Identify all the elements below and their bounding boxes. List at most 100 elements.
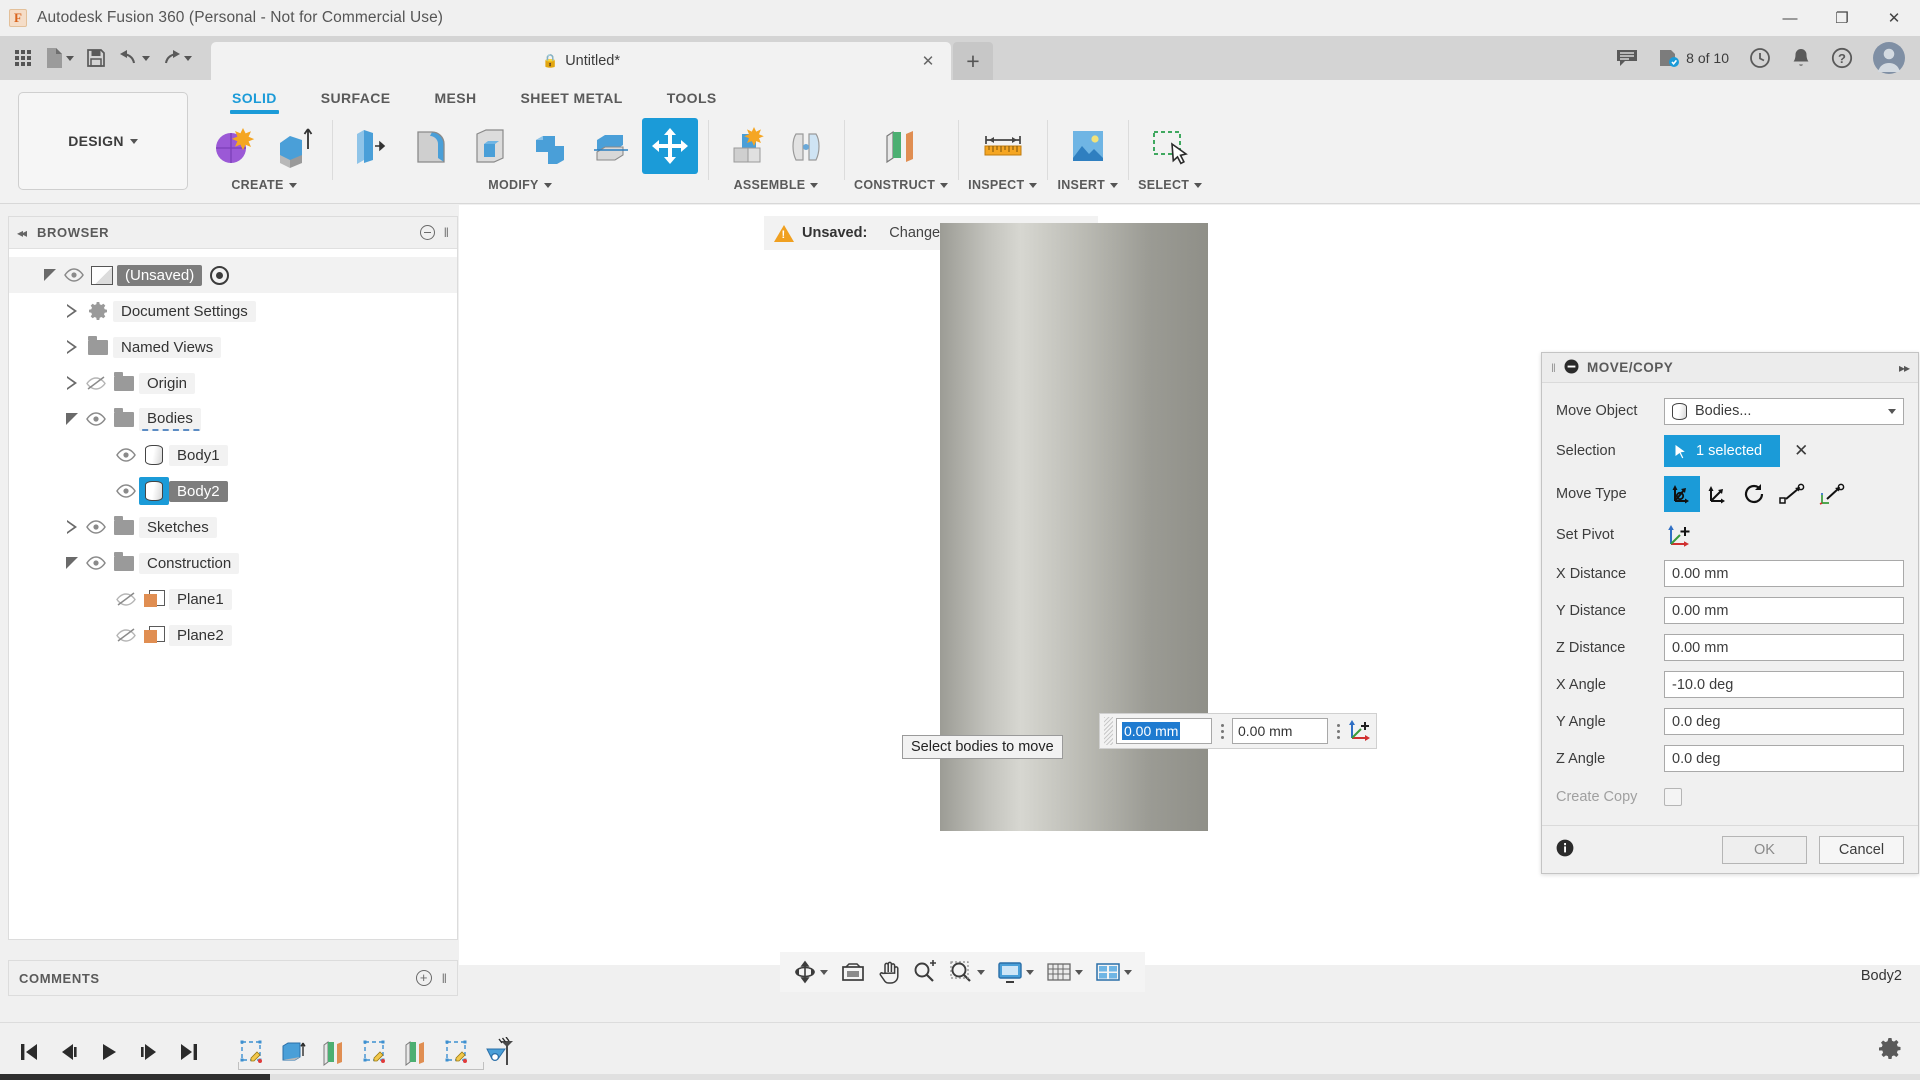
- go-to-end-button[interactable]: [170, 1032, 208, 1072]
- visibility-eye-hidden-icon[interactable]: [113, 592, 139, 607]
- x-angle-input[interactable]: -10.0 deg: [1664, 671, 1904, 698]
- modify-fillet-button[interactable]: [402, 118, 458, 174]
- z-angle-input[interactable]: 0.0 deg: [1664, 745, 1904, 772]
- move-type-point-to-position-button[interactable]: [1812, 476, 1852, 512]
- step-forward-button[interactable]: [130, 1032, 168, 1072]
- insert-canvas-button[interactable]: [1060, 118, 1116, 174]
- activate-component-icon[interactable]: [210, 266, 229, 285]
- add-comment-icon[interactable]: +: [416, 970, 432, 986]
- orbit-button[interactable]: [788, 955, 833, 989]
- zoom-button[interactable]: [907, 955, 941, 989]
- info-icon[interactable]: [1556, 839, 1574, 860]
- new-file-button[interactable]: [40, 39, 79, 77]
- tree-item-sketches[interactable]: Sketches: [9, 509, 457, 545]
- look-at-button[interactable]: [835, 955, 871, 989]
- workspace-switcher[interactable]: DESIGN: [18, 92, 188, 190]
- tab-surface[interactable]: SURFACE: [299, 86, 413, 110]
- clear-selection-button[interactable]: ✕: [1794, 441, 1808, 461]
- comments-button[interactable]: [1607, 39, 1647, 77]
- set-pivot-icon[interactable]: [1348, 718, 1372, 745]
- dialog-expand-icon[interactable]: ▸▸: [1899, 361, 1909, 375]
- tab-tools[interactable]: TOOLS: [645, 86, 739, 110]
- input-options-icon-1[interactable]: [1215, 724, 1229, 739]
- visibility-eye-icon[interactable]: [61, 268, 87, 282]
- panel-select-label[interactable]: SELECT: [1138, 178, 1202, 192]
- go-to-beginning-button[interactable]: [10, 1032, 48, 1072]
- visibility-eye-hidden-icon[interactable]: [113, 628, 139, 643]
- visibility-eye-icon[interactable]: [83, 556, 109, 570]
- tree-item-body2[interactable]: Body2: [9, 473, 457, 509]
- visibility-eye-icon[interactable]: [83, 520, 109, 534]
- create-extrude-button[interactable]: [266, 118, 322, 174]
- grid-snaps-button[interactable]: [1041, 955, 1088, 989]
- step-back-button[interactable]: [50, 1032, 88, 1072]
- create-form-button[interactable]: [206, 118, 262, 174]
- comments-resize-handle[interactable]: ‖: [442, 971, 447, 986]
- tab-sheet-metal[interactable]: SHEET METAL: [499, 86, 645, 110]
- timeline-settings-button[interactable]: [1878, 1037, 1920, 1067]
- fit-button[interactable]: [943, 955, 990, 989]
- tree-item-plane1[interactable]: Plane1: [9, 581, 457, 617]
- comments-panel[interactable]: COMMENTS + ‖: [8, 960, 458, 996]
- expand-arrow-icon[interactable]: [61, 377, 83, 389]
- tree-item-body1[interactable]: Body1: [9, 437, 457, 473]
- redo-button[interactable]: [155, 39, 197, 77]
- panel-insert-label[interactable]: INSERT: [1057, 178, 1118, 192]
- set-pivot-button[interactable]: [1664, 520, 1694, 550]
- assemble-new-component-button[interactable]: [718, 118, 774, 174]
- move-object-select[interactable]: Bodies...: [1664, 398, 1904, 425]
- close-tab-button[interactable]: ✕: [919, 52, 937, 70]
- input-options-icon-2[interactable]: [1331, 724, 1345, 739]
- timeline-feature-revolve[interactable]: [478, 1032, 518, 1072]
- x-distance-input[interactable]: 0.00 mm: [1664, 560, 1904, 587]
- panel-construct-label[interactable]: CONSTRUCT: [854, 178, 948, 192]
- expand-arrow-icon[interactable]: [39, 269, 61, 281]
- expand-arrow-icon[interactable]: [61, 341, 83, 353]
- expand-arrow-icon[interactable]: [61, 413, 83, 425]
- notifications-button[interactable]: [1782, 39, 1820, 77]
- browser-resize-handle[interactable]: ‖: [444, 225, 449, 240]
- tree-item-origin[interactable]: Origin: [9, 365, 457, 401]
- job-status-button[interactable]: 8 of 10: [1649, 39, 1738, 77]
- panel-modify-label[interactable]: MODIFY: [488, 178, 551, 192]
- modify-shell-button[interactable]: [462, 118, 518, 174]
- move-type-translate-button[interactable]: [1700, 476, 1736, 512]
- modify-combine-button[interactable]: [522, 118, 578, 174]
- tab-solid[interactable]: SOLID: [210, 86, 299, 110]
- panel-create-label[interactable]: CREATE: [231, 178, 296, 192]
- expand-arrow-icon[interactable]: [61, 305, 83, 317]
- account-button[interactable]: [1864, 39, 1914, 77]
- minimize-button[interactable]: —: [1764, 0, 1816, 36]
- tree-item-bodies[interactable]: Bodies: [9, 401, 457, 437]
- dialog-drag-handle[interactable]: ‖: [1551, 361, 1556, 375]
- construct-offset-plane-button[interactable]: [873, 118, 929, 174]
- tree-item-unsaved[interactable]: (Unsaved): [9, 257, 457, 293]
- recent-button[interactable]: [1740, 39, 1780, 77]
- panel-inspect-label[interactable]: INSPECT: [968, 178, 1037, 192]
- move-type-rotate-button[interactable]: [1736, 476, 1772, 512]
- tree-item-named-views[interactable]: Named Views: [9, 329, 457, 365]
- inline-distance-input-1[interactable]: 0.00 mm: [1116, 718, 1212, 744]
- undo-button[interactable]: [113, 39, 155, 77]
- document-tab[interactable]: 🔒 Untitled* ✕: [211, 42, 951, 80]
- tree-item-plane2[interactable]: Plane2: [9, 617, 457, 653]
- drag-grip-icon[interactable]: [1104, 717, 1113, 745]
- visibility-eye-icon[interactable]: [113, 448, 139, 462]
- play-button[interactable]: [90, 1032, 128, 1072]
- expand-arrow-icon[interactable]: [61, 557, 83, 569]
- assemble-joint-button[interactable]: [778, 118, 834, 174]
- collapse-browser-icon[interactable]: ◂◂: [17, 226, 25, 240]
- modify-press-pull-button[interactable]: [342, 118, 398, 174]
- maximize-button[interactable]: ❐: [1816, 0, 1868, 36]
- visibility-eye-icon[interactable]: [83, 412, 109, 426]
- ok-button[interactable]: OK: [1722, 836, 1807, 864]
- move-type-free-move-button[interactable]: [1664, 476, 1700, 512]
- minus-circle-icon[interactable]: [1564, 359, 1579, 377]
- panel-assemble-label[interactable]: ASSEMBLE: [734, 178, 819, 192]
- display-settings-button[interactable]: [992, 955, 1039, 989]
- select-window-button[interactable]: [1142, 118, 1198, 174]
- visibility-eye-hidden-icon[interactable]: [83, 376, 109, 391]
- app-grid-button[interactable]: [6, 39, 40, 77]
- y-angle-input[interactable]: 0.0 deg: [1664, 708, 1904, 735]
- new-tab-button[interactable]: +: [953, 42, 993, 80]
